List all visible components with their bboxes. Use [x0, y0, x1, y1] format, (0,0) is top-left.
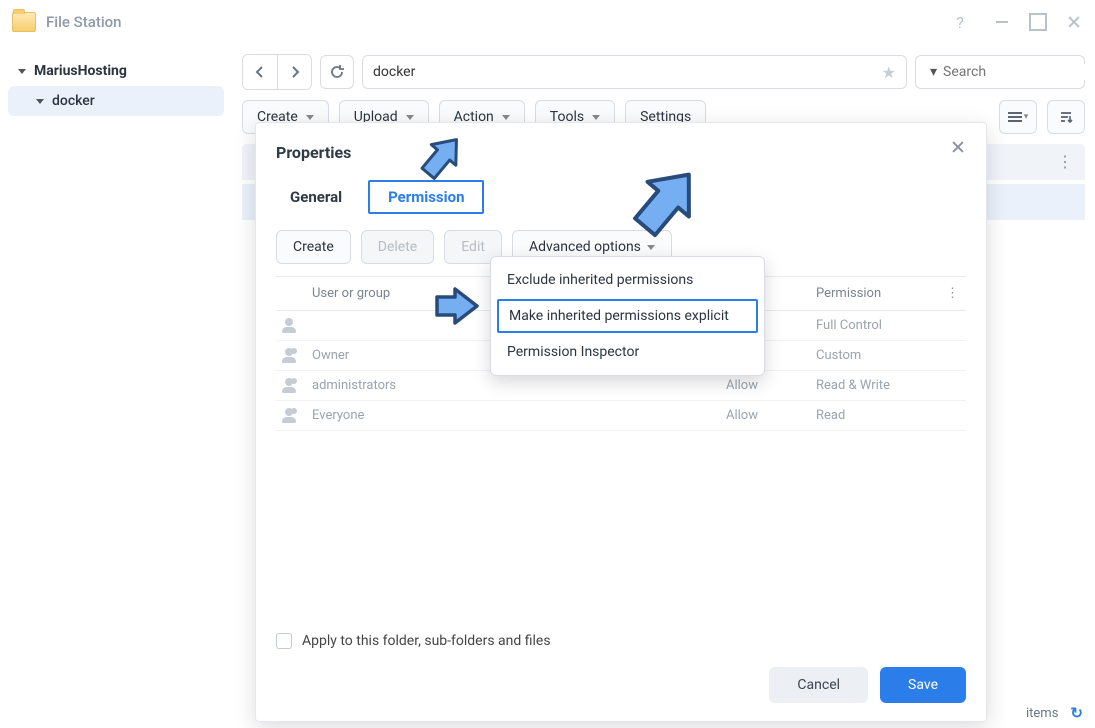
sidebar-root-label: MariusHosting [34, 63, 127, 79]
sidebar-root[interactable]: MariusHosting [8, 56, 224, 86]
chevron-down-icon [406, 115, 414, 120]
favorite-star-icon[interactable]: ★ [882, 63, 896, 82]
caret-down-icon [36, 99, 44, 104]
column-more-icon[interactable]: ⋮ [1057, 152, 1073, 171]
view-list-button[interactable]: ▾ [999, 100, 1037, 134]
row-perm: Custom [816, 348, 946, 363]
help-icon[interactable]: ? [951, 13, 969, 31]
row-user: Everyone [312, 408, 726, 423]
row-type: Allow [726, 378, 816, 393]
sidebar-item-label: docker [52, 93, 95, 109]
annotation-arrow-icon [419, 281, 493, 331]
sort-button[interactable] [1047, 100, 1085, 134]
close-window-button[interactable] [1065, 13, 1083, 31]
chevron-down-icon [592, 115, 600, 120]
apply-checkbox[interactable] [276, 633, 292, 649]
annotation-arrow-icon [620, 160, 710, 246]
annotation-arrow-icon [413, 128, 469, 188]
window-title: File Station [46, 13, 951, 31]
minimize-button[interactable] [993, 13, 1011, 31]
perm-delete-button: Delete [361, 230, 434, 264]
perm-create-button[interactable]: Create [276, 230, 351, 264]
apply-label: Apply to this folder, sub-folders and fi… [302, 633, 551, 649]
row-perm: Full Control [816, 318, 946, 333]
modal-close-button[interactable] [948, 137, 968, 157]
save-button[interactable]: Save [880, 667, 966, 703]
row-user: administrators [312, 378, 726, 393]
cancel-button[interactable]: Cancel [769, 667, 868, 703]
nav-forward-button[interactable] [277, 55, 311, 89]
chevron-down-icon [502, 115, 510, 120]
search-input[interactable] [943, 64, 1095, 80]
sidebar: MariusHosting docker [0, 44, 232, 728]
row-perm: Read & Write [816, 378, 946, 393]
col-perm-header: Permission [816, 286, 946, 301]
chevron-down-icon [306, 115, 314, 120]
status-refresh-icon[interactable]: ↻ [1070, 704, 1083, 722]
path-input-container: ★ [362, 55, 907, 89]
app-folder-icon [12, 12, 36, 32]
dropdown-item-explicit[interactable]: Make inherited permissions explicit [497, 299, 758, 333]
advanced-options-dropdown: Exclude inherited permissions Make inher… [490, 256, 765, 376]
maximize-button[interactable] [1029, 13, 1047, 31]
caret-down-icon [18, 69, 26, 74]
status-items: items [1026, 706, 1058, 721]
reload-button[interactable] [320, 55, 354, 89]
tab-general[interactable]: General [276, 180, 356, 214]
dropdown-item-exclude[interactable]: Exclude inherited permissions [491, 263, 764, 297]
search-box[interactable]: ▾ [915, 55, 1085, 89]
col-more-icon[interactable]: ⋮ [946, 286, 966, 301]
table-row[interactable]: Everyone Allow Read [276, 401, 966, 431]
row-type: Allow [726, 408, 816, 423]
nav-back-button[interactable] [243, 55, 277, 89]
row-perm: Read [816, 408, 946, 423]
path-input[interactable] [373, 64, 882, 80]
dropdown-item-inspector[interactable]: Permission Inspector [491, 335, 764, 369]
sidebar-item-docker[interactable]: docker [8, 86, 224, 116]
